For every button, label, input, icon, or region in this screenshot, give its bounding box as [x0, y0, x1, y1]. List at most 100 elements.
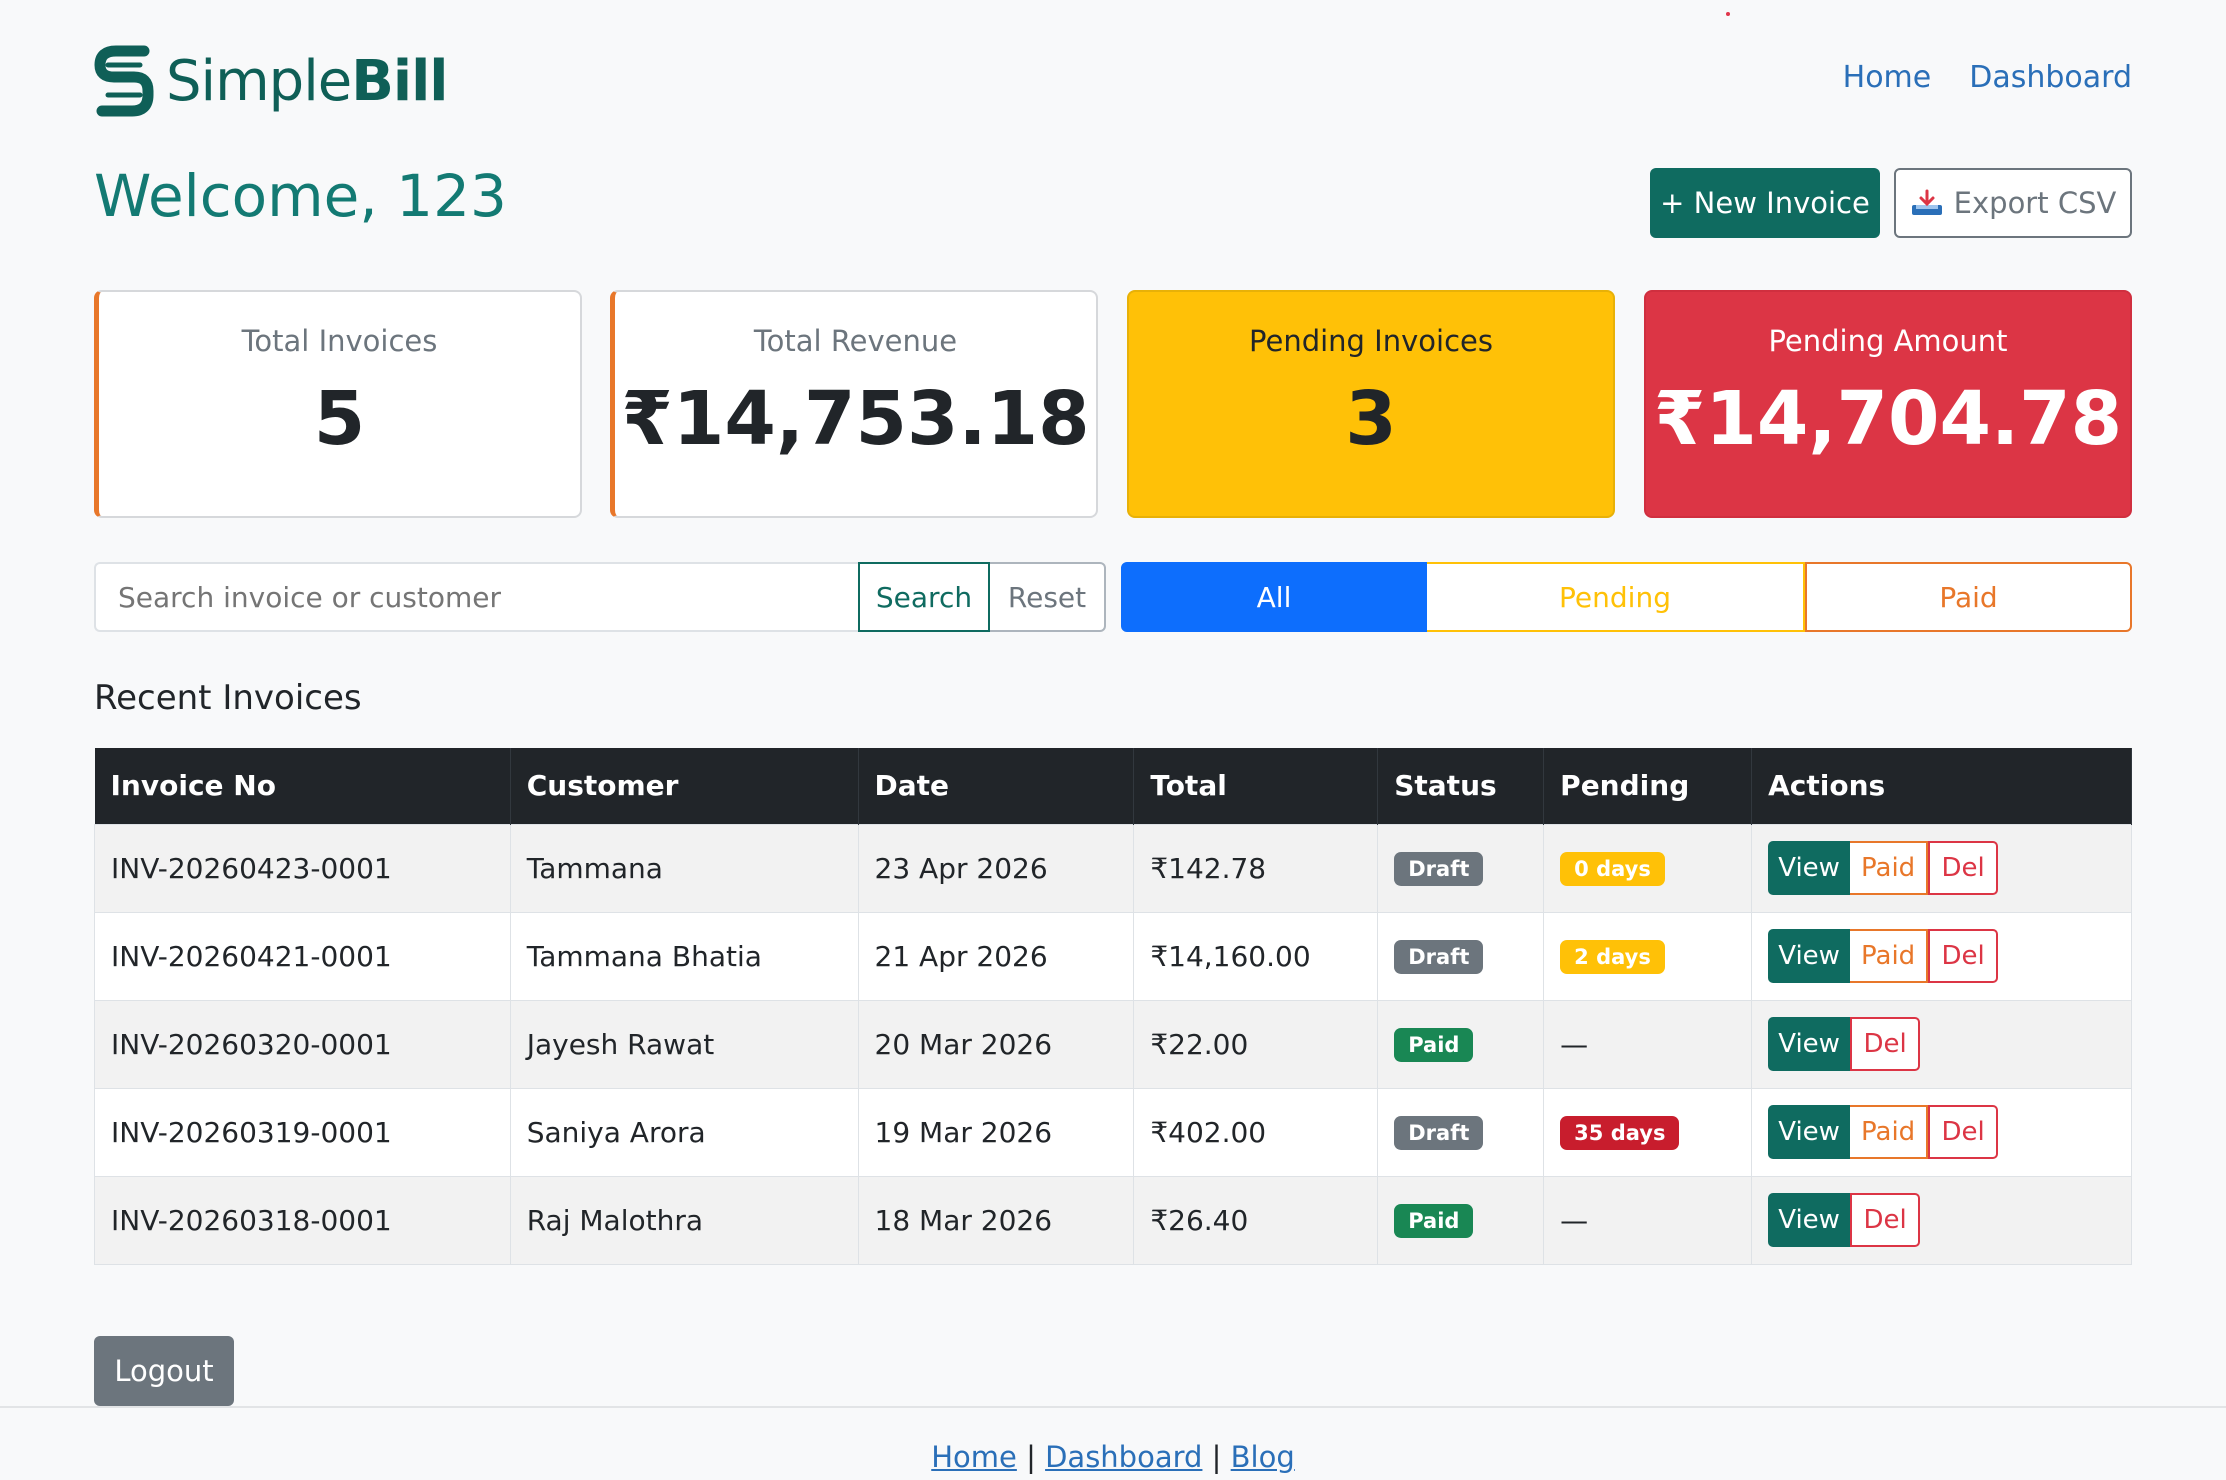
search-group: Search Reset	[94, 562, 1106, 632]
export-csv-label: Export CSV	[1953, 186, 2117, 220]
cell-customer: Raj Malothra	[509, 1175, 859, 1265]
pending-badge: 2 days	[1560, 940, 1665, 974]
table-row: INV-20260421-0001 Tammana Bhatia 21 Apr …	[94, 911, 2132, 1001]
view-button[interactable]: View	[1768, 1193, 1851, 1247]
brand-logo[interactable]: SimpleBill	[94, 40, 449, 122]
logo-s-icon	[94, 45, 154, 117]
col-date: Date	[858, 748, 1135, 824]
total-revenue-card: Total Revenue ₹14,753.18	[610, 290, 1098, 518]
total-revenue-value: ₹14,753.18	[621, 376, 1090, 462]
cell-actions: View Del	[1751, 999, 2132, 1089]
table-row: INV-20260318-0001 Raj Malothra 18 Mar 20…	[94, 1175, 2132, 1265]
cell-status: Paid	[1377, 1175, 1545, 1265]
cell-total: ₹402.00	[1133, 1087, 1379, 1177]
view-button[interactable]: View	[1768, 841, 1851, 895]
search-input[interactable]	[94, 562, 858, 632]
welcome-heading: Welcome, 123	[94, 162, 507, 230]
table-row: INV-20260320-0001 Jayesh Rawat 20 Mar 20…	[94, 999, 2132, 1089]
delete-button[interactable]: Del	[1928, 929, 1999, 983]
cell-invoice-no: INV-20260320-0001	[94, 999, 511, 1089]
delete-button[interactable]: Del	[1928, 1105, 1999, 1159]
cell-date: 19 Mar 2026	[857, 1087, 1135, 1177]
delete-button[interactable]: Del	[1850, 1193, 1921, 1247]
col-actions: Actions	[1751, 748, 2132, 824]
mark-paid-button[interactable]: Paid	[1850, 929, 1929, 983]
cell-invoice-no: INV-20260318-0001	[94, 1175, 511, 1265]
cell-total: ₹26.40	[1133, 1175, 1379, 1265]
pending-amount-card: Pending Amount ₹14,704.78	[1644, 290, 2132, 518]
pending-none: —	[1560, 1027, 1589, 1061]
cell-invoice-no: INV-20260421-0001	[94, 911, 511, 1001]
cell-actions: View Paid Del	[1751, 823, 2132, 913]
cell-invoice-no: INV-20260319-0001	[94, 1087, 511, 1177]
view-button[interactable]: View	[1768, 1105, 1851, 1159]
footer-blog-link[interactable]: Blog	[1231, 1440, 1295, 1474]
cell-date: 23 Apr 2026	[857, 823, 1135, 913]
status-filter-group: All Pending Paid	[1121, 562, 2132, 632]
table-row: INV-20260423-0001 Tammana 23 Apr 2026 ₹1…	[94, 823, 2132, 913]
cell-total: ₹142.78	[1133, 823, 1379, 913]
pending-invoices-value: 3	[1345, 376, 1397, 462]
footer-home-link[interactable]: Home	[931, 1440, 1017, 1474]
filter-paid-button[interactable]: Paid	[1805, 562, 2132, 632]
cell-actions: View Paid Del	[1751, 1087, 2132, 1177]
cell-actions: View Paid Del	[1751, 911, 2132, 1001]
logout-button[interactable]: Logout	[94, 1336, 234, 1406]
cell-actions: View Del	[1751, 1175, 2132, 1265]
cell-status: Paid	[1377, 999, 1545, 1089]
status-badge: Draft	[1394, 852, 1484, 886]
col-status: Status	[1377, 748, 1545, 824]
cell-pending: 0 days	[1543, 823, 1753, 913]
status-badge: Draft	[1394, 940, 1484, 974]
status-badge: Draft	[1394, 1116, 1484, 1150]
delete-button[interactable]: Del	[1928, 841, 1999, 895]
nav-dashboard-link[interactable]: Dashboard	[1969, 60, 2132, 95]
view-button[interactable]: View	[1768, 1017, 1851, 1071]
cell-status: Draft	[1377, 823, 1545, 913]
cell-customer: Jayesh Rawat	[509, 999, 859, 1089]
filter-all-button[interactable]: All	[1121, 562, 1427, 632]
pending-invoices-card: Pending Invoices 3	[1127, 290, 1615, 518]
invoices-table: Invoice No Customer Date Total Status Pe…	[94, 748, 2132, 1265]
search-button[interactable]: Search	[858, 562, 990, 632]
cell-date: 21 Apr 2026	[857, 911, 1135, 1001]
status-badge: Paid	[1394, 1204, 1474, 1238]
cell-pending: 35 days	[1543, 1087, 1753, 1177]
col-invoice-no: Invoice No	[94, 748, 511, 824]
delete-button[interactable]: Del	[1850, 1017, 1921, 1071]
cell-total: ₹22.00	[1133, 999, 1379, 1089]
table-header-row: Invoice No Customer Date Total Status Pe…	[94, 748, 2132, 824]
footer-separator: |	[1211, 1440, 1222, 1474]
footer: Home | Dashboard | Blog	[0, 1440, 2226, 1474]
col-pending: Pending	[1543, 748, 1753, 824]
brand-name: SimpleBill	[166, 48, 449, 114]
footer-dashboard-link[interactable]: Dashboard	[1045, 1440, 1202, 1474]
col-customer: Customer	[510, 748, 859, 824]
total-invoices-label: Total Invoices	[241, 324, 438, 358]
nav-home-link[interactable]: Home	[1843, 60, 1932, 95]
export-csv-button[interactable]: Export CSV	[1894, 168, 2132, 238]
cell-pending: —	[1543, 1175, 1753, 1265]
col-total: Total	[1133, 748, 1379, 824]
top-nav: Home Dashboard	[1843, 60, 2132, 95]
pending-badge: 35 days	[1560, 1116, 1680, 1150]
total-invoices-value: 5	[313, 376, 366, 462]
mark-paid-button[interactable]: Paid	[1850, 841, 1929, 895]
download-tray-icon	[1911, 189, 1942, 215]
view-button[interactable]: View	[1768, 929, 1851, 983]
mark-paid-button[interactable]: Paid	[1850, 1105, 1929, 1159]
header: SimpleBill Home Dashboard	[94, 40, 2132, 122]
new-invoice-button[interactable]: + New Invoice	[1650, 168, 1880, 238]
filter-pending-button[interactable]: Pending	[1427, 562, 1805, 632]
pending-invoices-label: Pending Invoices	[1249, 324, 1493, 358]
cell-customer: Tammana	[509, 823, 859, 913]
status-badge: Paid	[1394, 1028, 1474, 1062]
cell-status: Draft	[1377, 1087, 1545, 1177]
cell-status: Draft	[1377, 911, 1545, 1001]
cell-invoice-no: INV-20260423-0001	[94, 823, 511, 913]
cell-customer: Tammana Bhatia	[509, 911, 859, 1001]
reset-button[interactable]: Reset	[990, 562, 1106, 632]
pending-badge: 0 days	[1560, 852, 1665, 886]
cell-pending: —	[1543, 999, 1753, 1089]
recent-invoices-title: Recent Invoices	[94, 678, 362, 718]
